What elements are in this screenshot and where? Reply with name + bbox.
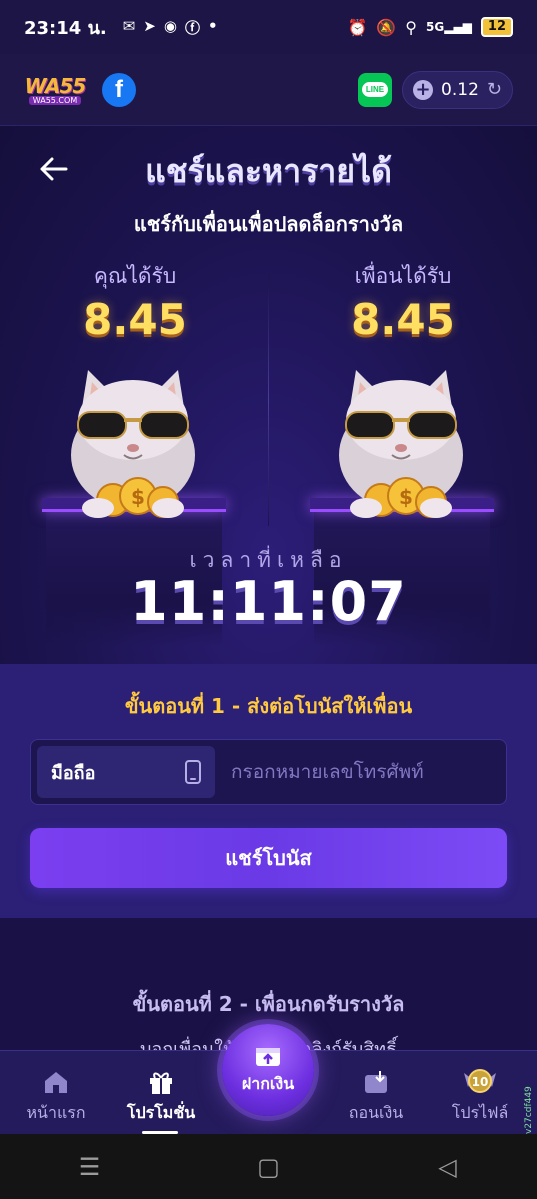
home-icon bbox=[6, 1065, 106, 1095]
signal-icon: 5G▂▄▆ bbox=[426, 20, 472, 34]
step1-card: ขั้นตอนที่ 1 - ส่งต่อโบนัสให้เพื่อน มือถ… bbox=[0, 664, 537, 918]
location-icon: ⚲ bbox=[405, 17, 418, 37]
you-receive-label: คุณได้รับ bbox=[93, 264, 177, 288]
messenger-icon: ✉ bbox=[122, 16, 136, 35]
facebook-icon[interactable]: f bbox=[102, 72, 136, 107]
friend-receive-label: เพื่อนได้รับ bbox=[354, 264, 452, 288]
deposit-label: ฝากเงิน bbox=[241, 1073, 295, 1093]
phone-number-input[interactable] bbox=[215, 746, 500, 798]
countdown-timer: 11:11:07 bbox=[130, 570, 407, 633]
brand-logo[interactable]: WA55 WA55.COM bbox=[24, 74, 86, 105]
step1-title: ขั้นตอนที่ 1 - ส่งต่อโบนัสให้เพื่อน bbox=[124, 694, 413, 718]
plus-icon[interactable]: + bbox=[413, 79, 434, 100]
nav-promotions[interactable]: โปรโมชั่น bbox=[111, 1065, 211, 1126]
refresh-icon[interactable]: ↻ bbox=[487, 79, 502, 100]
back-system-icon[interactable]: ◁ bbox=[398, 1153, 498, 1181]
friend-receive-value: 8.45 bbox=[351, 295, 455, 344]
gift-icon bbox=[111, 1065, 211, 1095]
balance-pill[interactable]: + 0.12 ↻ bbox=[402, 70, 513, 109]
deposit-icon bbox=[256, 1047, 280, 1066]
vip-badge-icon: 10 bbox=[430, 1065, 530, 1095]
you-receive-value: 8.45 bbox=[83, 295, 187, 344]
cat-with-coins-illustration: $ bbox=[339, 370, 463, 518]
friend-receive-block: เพื่อนได้รับ 8.45 bbox=[308, 260, 498, 344]
telegram-icon: ➤ bbox=[143, 16, 156, 35]
nav-home-label: หน้าแรก bbox=[26, 1103, 86, 1122]
app-header: WA55 WA55.COM f LINE + 0.12 ↻ bbox=[0, 54, 537, 126]
status-time: 23:14 น. bbox=[24, 17, 107, 39]
wallet-icon bbox=[326, 1065, 426, 1095]
step2-title: ขั้นตอนที่ 2 - เพื่อนกดรับรางวัล bbox=[132, 992, 405, 1016]
nav-profile[interactable]: 10 โปรไฟล์ bbox=[430, 1065, 530, 1126]
notification-icons: ✉ ➤ ◉ ⓕ • bbox=[123, 17, 218, 38]
svg-text:10: 10 bbox=[472, 1075, 489, 1089]
nav-promotions-label: โปรโมชั่น bbox=[126, 1103, 196, 1122]
share-hero: แชร์และหารายได้ แชร์กับเพื่อนเพื่อปลดล็อ… bbox=[0, 126, 537, 664]
line-button[interactable]: LINE bbox=[358, 72, 393, 107]
divider bbox=[268, 276, 269, 526]
recent-apps-icon[interactable]: ☰ bbox=[40, 1153, 140, 1181]
alarm-icon: ⏰ bbox=[347, 17, 368, 37]
system-nav-bar: ☰ ▢ ◁ bbox=[0, 1134, 537, 1199]
phone-type-label: มือถือ bbox=[51, 762, 96, 784]
phone-type-selector[interactable]: มือถือ bbox=[37, 746, 215, 798]
line-notify-icon: ◉ bbox=[163, 16, 177, 35]
nav-profile-label: โปรไฟล์ bbox=[451, 1103, 509, 1122]
dot-icon: • bbox=[207, 16, 218, 35]
balance-value: 0.12 bbox=[441, 79, 479, 100]
nav-home[interactable]: หน้าแรก bbox=[6, 1065, 106, 1126]
battery-icon: 12 bbox=[480, 17, 513, 37]
line-icon: LINE bbox=[361, 82, 389, 97]
share-bonus-button[interactable]: แชร์โบนัส bbox=[30, 828, 507, 888]
page-title: แชร์และหารายได้ bbox=[145, 152, 392, 190]
svg-text:$: $ bbox=[399, 485, 413, 509]
facebook-notify-icon: ⓕ bbox=[184, 18, 200, 37]
phone-field: มือถือ bbox=[30, 739, 507, 805]
logo-subtext: WA55.COM bbox=[28, 96, 82, 105]
nav-withdraw[interactable]: ถอนเงิน bbox=[326, 1065, 426, 1126]
page-subtitle: แชร์กับเพื่อนเพื่อปลดล็อกรางวัล bbox=[133, 212, 404, 236]
you-receive-block: คุณได้รับ 8.45 bbox=[40, 260, 230, 344]
nav-withdraw-label: ถอนเงิน bbox=[348, 1103, 404, 1122]
home-system-icon[interactable]: ▢ bbox=[219, 1153, 319, 1181]
status-bar: 23:14 น. ✉ ➤ ◉ ⓕ • ⏰ 🔕 ⚲ 5G▂▄▆ 12 bbox=[0, 0, 537, 54]
svg-text:$: $ bbox=[131, 485, 145, 509]
logo-text: WA55 bbox=[24, 74, 87, 98]
mobile-phone-icon bbox=[185, 760, 201, 784]
cat-with-coins-illustration: $ bbox=[71, 370, 195, 518]
deposit-button[interactable]: ฝากเงิน bbox=[222, 1024, 314, 1116]
mute-icon: 🔕 bbox=[376, 17, 397, 37]
version-tag: v27cdf449 bbox=[524, 1086, 534, 1134]
